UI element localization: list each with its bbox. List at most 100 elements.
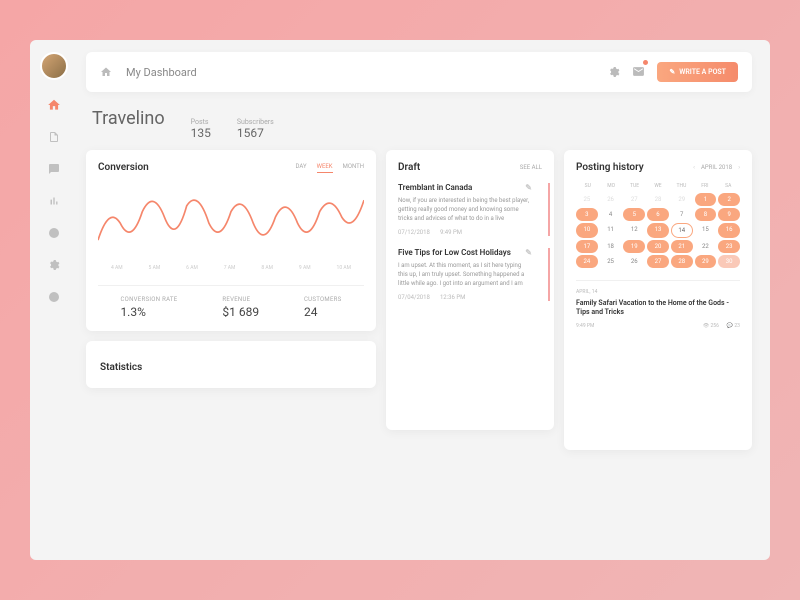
home-icon[interactable]: [100, 63, 112, 82]
calendar-day[interactable]: 15: [695, 223, 717, 238]
tab-month[interactable]: MONTH: [343, 163, 364, 173]
statistics-card: Statistics: [86, 341, 376, 388]
nav-info-icon[interactable]: [47, 290, 61, 304]
conversion-tabs: DAY WEEK MONTH: [296, 163, 364, 173]
views-stat: 👁 256: [703, 323, 719, 329]
gear-icon[interactable]: [608, 63, 620, 82]
prev-month-icon[interactable]: ‹: [693, 164, 695, 171]
calendar-day[interactable]: 8: [695, 208, 717, 221]
calendar-day[interactable]: 27: [623, 193, 645, 206]
edit-icon[interactable]: ✎: [525, 183, 532, 192]
calendar-day[interactable]: 22: [695, 240, 717, 253]
calendar-day[interactable]: 7: [671, 208, 693, 221]
calendar-day[interactable]: 29: [671, 193, 693, 206]
calendar-day[interactable]: 10: [576, 223, 598, 238]
cust-label: CUSTOMERS: [304, 296, 342, 303]
draft-item-text: Now, if you are interested in being the …: [398, 196, 532, 223]
nav-analytics-icon[interactable]: [47, 194, 61, 208]
cust-value: 24: [304, 305, 342, 319]
views-value: 256: [710, 323, 718, 329]
calendar-day[interactable]: 12: [623, 223, 645, 238]
history-post-title[interactable]: Family Safari Vacation to the Home of th…: [576, 299, 740, 317]
pencil-icon: ✎: [669, 68, 675, 76]
history-post-meta: 9:49 PM 👁 256 💬 23: [576, 323, 740, 329]
calendar-day[interactable]: 18: [600, 240, 622, 253]
conversion-title: Conversion: [98, 162, 149, 173]
weekday-label: THU: [670, 183, 693, 189]
calendar-day[interactable]: 1: [695, 193, 717, 206]
calendar-day[interactable]: 21: [671, 240, 693, 253]
middle-column: Draft SEE ALL Tremblant in Canada✎Now, i…: [386, 150, 554, 450]
calendar-day[interactable]: 28: [647, 193, 669, 206]
see-all-link[interactable]: SEE ALL: [520, 164, 542, 171]
draft-item[interactable]: Tremblant in Canada✎Now, if you are inte…: [398, 183, 542, 236]
calendar-day[interactable]: 25: [576, 193, 598, 206]
calendar-day[interactable]: 6: [647, 208, 669, 221]
calendar-day[interactable]: 17: [576, 240, 598, 253]
xaxis-label: 10 AM: [337, 265, 352, 271]
draft-item[interactable]: Five Tips for Low Cost Holidays✎I am ups…: [398, 248, 542, 301]
calendar: SUMOTUEWETHUFRISA 2526272829123456789101…: [576, 183, 740, 268]
nav-chat-icon[interactable]: [47, 162, 61, 176]
draft-date: 07/04/2018: [398, 294, 430, 301]
draft-item-meta: 07/12/20189:49 PM: [398, 229, 532, 236]
conversion-header: Conversion DAY WEEK MONTH: [98, 162, 364, 173]
tab-day[interactable]: DAY: [296, 163, 307, 173]
chart-xaxis: 4 AM5 AM6 AM7 AM8 AM9 AM10 AM: [98, 265, 364, 271]
calendar-day[interactable]: 28: [671, 255, 693, 268]
metric-rate: CONVERSION RATE 1.3%: [120, 296, 177, 319]
nav-settings-icon[interactable]: [47, 258, 61, 272]
calendar-day[interactable]: 14: [671, 223, 693, 238]
posting-history-card: Posting history ‹ APRIL 2018 › SUMOTUEWE…: [564, 150, 752, 450]
draft-title: Draft: [398, 162, 420, 173]
calendar-day[interactable]: 23: [718, 240, 740, 253]
calendar-day[interactable]: 25: [600, 255, 622, 268]
calendar-day[interactable]: 24: [576, 255, 598, 268]
calendar-day[interactable]: 2: [718, 193, 740, 206]
xaxis-label: 5 AM: [149, 265, 161, 271]
tab-week[interactable]: WEEK: [317, 163, 333, 173]
calendar-day[interactable]: 11: [600, 223, 622, 238]
nav-globe-icon[interactable]: [47, 226, 61, 240]
write-post-label: WRITE A POST: [679, 68, 726, 76]
weekday-label: TUE: [623, 183, 646, 189]
left-column: Conversion DAY WEEK MONTH 4 AM5 AM6 AM7 …: [86, 150, 376, 450]
edit-icon[interactable]: ✎: [525, 248, 532, 257]
draft-time: 12:36 PM: [440, 294, 465, 301]
calendar-day[interactable]: 13: [647, 223, 669, 238]
calendar-day[interactable]: 3: [576, 208, 598, 221]
rate-value: 1.3%: [120, 305, 177, 319]
conversion-metrics: CONVERSION RATE 1.3% REVENUE $1 689 CUST…: [98, 285, 364, 319]
comments-value: 23: [734, 323, 740, 329]
calendar-day[interactable]: 30: [718, 255, 740, 268]
calendar-day[interactable]: 9: [718, 208, 740, 221]
notification-dot: [643, 60, 648, 65]
metric-revenue: REVENUE $1 689: [222, 296, 259, 319]
nav-home-icon[interactable]: [47, 98, 61, 112]
history-post-date: APRIL, 14: [576, 289, 740, 295]
weekday-label: SA: [717, 183, 740, 189]
nav-document-icon[interactable]: [47, 130, 61, 144]
content-grid: Conversion DAY WEEK MONTH 4 AM5 AM6 AM7 …: [86, 150, 752, 450]
history-title: Posting history: [576, 162, 644, 173]
calendar-day[interactable]: 26: [600, 193, 622, 206]
calendar-day[interactable]: 20: [647, 240, 669, 253]
calendar-day[interactable]: 4: [600, 208, 622, 221]
draft-item-text: I am upset. At this moment, as I sit her…: [398, 261, 532, 288]
xaxis-label: 6 AM: [186, 265, 198, 271]
avatar[interactable]: [40, 52, 68, 80]
calendar-days: 2526272829123456789101112131415161718192…: [576, 193, 740, 268]
calendar-day[interactable]: 5: [623, 208, 645, 221]
write-post-button[interactable]: ✎ WRITE A POST: [657, 62, 738, 82]
calendar-day[interactable]: 27: [647, 255, 669, 268]
calendar-day[interactable]: 16: [718, 223, 740, 238]
calendar-day[interactable]: 26: [623, 255, 645, 268]
calendar-day[interactable]: 19: [623, 240, 645, 253]
rev-label: REVENUE: [222, 296, 259, 303]
next-month-icon[interactable]: ›: [738, 164, 740, 171]
page-title: My Dashboard: [126, 66, 608, 79]
history-post-time: 9:49 PM: [576, 323, 594, 329]
mail-icon[interactable]: [632, 63, 645, 82]
calendar-day[interactable]: 29: [695, 255, 717, 268]
topbar: My Dashboard ✎ WRITE A POST: [86, 52, 752, 92]
